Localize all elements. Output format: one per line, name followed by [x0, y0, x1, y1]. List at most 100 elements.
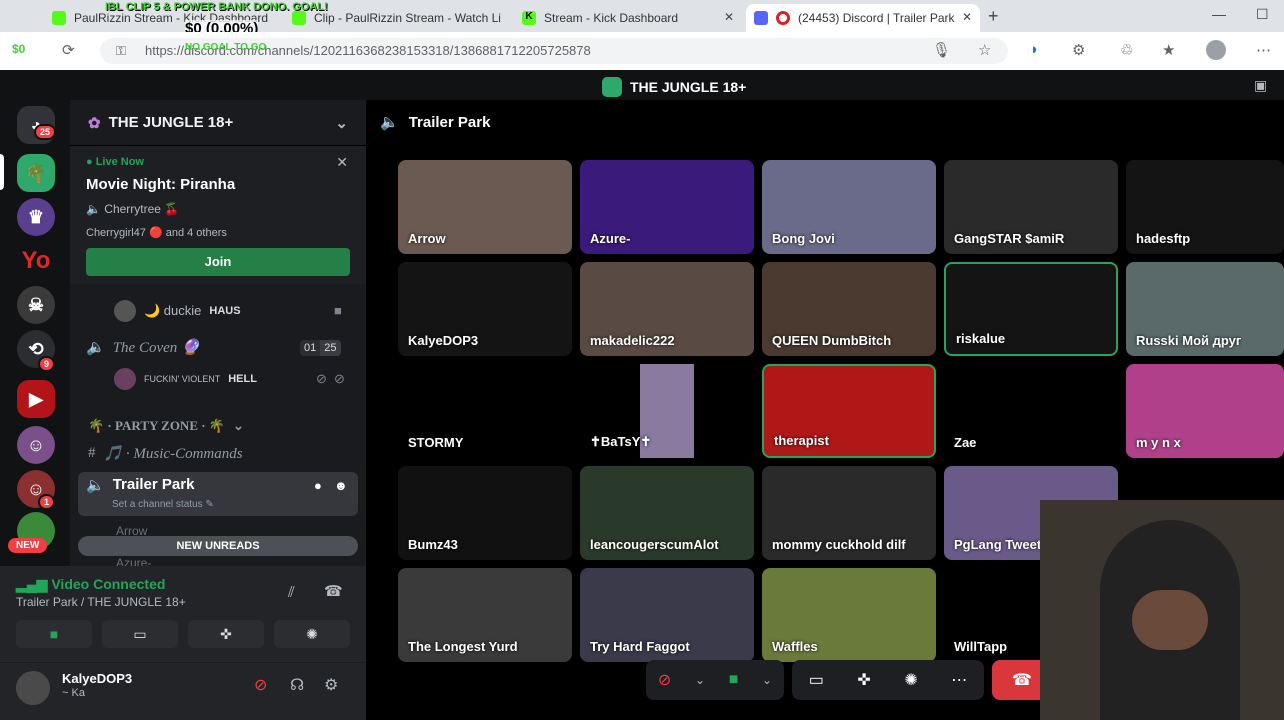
user-tag: HAUS: [209, 305, 241, 317]
noise-suppression-icon[interactable]: ⫽: [288, 584, 295, 601]
mic-video-controls: ⊘ ⌄ ■ ⌄: [646, 660, 784, 700]
soundboard-button[interactable]: ✺: [274, 620, 350, 648]
voice-user-hell[interactable]: FUCKIN' VIOLENT HELL: [114, 368, 257, 390]
user-limit-badge: 01 25: [300, 340, 341, 356]
signal-icon: ▂▄▆: [16, 576, 48, 592]
participant-tile[interactable]: Bong Jovi: [762, 160, 936, 254]
close-icon[interactable]: ✕: [724, 10, 734, 24]
browser-tab-4[interactable]: (24453) Discord | Trailer Park ✕: [746, 4, 980, 32]
participant-name: The Longest Yurd: [408, 639, 518, 654]
participant-name: riskalue: [956, 331, 1006, 346]
channel-the-coven[interactable]: 🔈 The Coven 🔮: [86, 338, 200, 357]
hang-up-icon: ☎: [1012, 672, 1032, 689]
server-header[interactable]: ✿ THE JUNGLE 18+ ⌄: [70, 100, 366, 146]
soundboard-icon[interactable]: ✺: [904, 670, 917, 690]
participant-tile[interactable]: GangSTAR $amiR: [944, 160, 1118, 254]
user-subtext: ~ Ka: [62, 687, 85, 699]
mute-icon[interactable]: ⊘: [658, 670, 671, 690]
participant-tile[interactable]: The Longest Yurd: [398, 568, 572, 662]
join-button[interactable]: Join: [86, 248, 350, 276]
more-icon[interactable]: ⋯: [951, 670, 967, 690]
chevron-down-icon[interactable]: ⌄: [762, 673, 772, 687]
channel-trailer-park-selected[interactable]: 🔈 Trailer Park Set a channel status ✎ ● …: [78, 472, 358, 516]
participant-tile[interactable]: ✝BaTsY✝: [580, 364, 754, 458]
headphones-icon[interactable]: ☊: [290, 675, 304, 695]
reload-icon[interactable]: ⟳: [62, 41, 75, 59]
menu-icon[interactable]: ⋯: [1256, 41, 1271, 59]
avatar[interactable]: [16, 671, 50, 705]
participant-name: Waffles: [772, 639, 818, 654]
invite-icon[interactable]: ☻: [334, 478, 348, 493]
live-status: ● Live Now: [86, 156, 144, 168]
speaker-icon: 🔈: [380, 114, 399, 131]
server-jungle[interactable]: 🌴: [17, 154, 55, 192]
camera-button[interactable]: ■: [16, 620, 92, 648]
close-icon[interactable]: ✕: [962, 10, 972, 24]
activities-button[interactable]: ✜: [188, 620, 264, 648]
user-tag: HELL: [228, 373, 257, 385]
participant-tile[interactable]: STORMY: [398, 364, 572, 458]
participant-tile[interactable]: m y n x: [1126, 364, 1284, 458]
server-4[interactable]: ☠: [17, 286, 55, 324]
gear-icon[interactable]: ⚙: [324, 675, 338, 695]
participant-tile[interactable]: mommy cuckhold dilf: [762, 466, 936, 560]
profile-avatar[interactable]: [1206, 40, 1226, 60]
browser-tab-3[interactable]: K Stream - Kick Dashboard ✕: [514, 4, 742, 32]
server-name: THE JUNGLE 18+: [108, 114, 234, 131]
server-2[interactable]: ♛: [17, 198, 55, 236]
chevron-down-icon[interactable]: ⌄: [695, 673, 705, 687]
screen-share-button[interactable]: ▭: [102, 620, 178, 648]
user-limit: 25: [320, 340, 341, 356]
user-name: 🌙 duckie: [144, 303, 202, 318]
new-tab-button[interactable]: +: [988, 6, 999, 27]
participant-name: ✝BaTsY✝: [590, 434, 652, 449]
minimize-button[interactable]: —: [1212, 6, 1226, 22]
participant-tile[interactable]: Azure-: [580, 160, 754, 254]
participant-name: PgLang Tweetx: [954, 537, 1049, 552]
new-servers-pill[interactable]: NEW: [8, 538, 48, 553]
participant-tile[interactable]: Try Hard Faggot: [580, 568, 754, 662]
stream-goal-overlay: IBL CLIP 5 & POWER BANK DONO. GOAL!: [105, 1, 328, 13]
soundboard-icon: ✺: [306, 625, 318, 642]
microphone-icon[interactable]: 🎙: [932, 41, 951, 59]
participant-tile[interactable]: QUEEN DumbBitch: [762, 262, 936, 356]
server-7[interactable]: ☺: [17, 426, 55, 464]
maximize-button[interactable]: ☐: [1256, 6, 1269, 23]
participant-tile[interactable]: Arrow: [398, 160, 572, 254]
participant-tile-speaking[interactable]: riskalue: [944, 262, 1118, 356]
extensions-icon[interactable]: ⚙: [1072, 41, 1085, 59]
read-aloud-icon[interactable]: ◗: [1030, 41, 1039, 58]
video-camera-icon[interactable]: ■: [729, 671, 739, 689]
disconnect-icon[interactable]: ☎: [324, 582, 343, 600]
server-youtube[interactable]: ▶: [17, 380, 55, 418]
participant-tile[interactable]: Zae: [944, 364, 1118, 458]
gamepad-icon: ✜: [220, 625, 232, 642]
chat-icon[interactable]: ●: [314, 478, 322, 493]
participant-tile[interactable]: makadelic222: [580, 262, 754, 356]
channel-status[interactable]: Set a channel status ✎: [112, 499, 214, 510]
voice-user-duckie[interactable]: 🌙 duckie HAUS: [114, 300, 241, 322]
browser-essentials-icon[interactable]: ♲: [1120, 41, 1133, 59]
participant-tile[interactable]: Waffles: [762, 568, 936, 662]
close-icon[interactable]: ✕: [336, 154, 348, 171]
participant-tile[interactable]: KalyeDOP3: [398, 262, 572, 356]
star-icon[interactable]: ☆: [978, 41, 991, 59]
category-party-zone[interactable]: 🌴 · PARTY ZONE · 🌴 ⌄: [88, 418, 244, 434]
participant-tile[interactable]: Bumz43: [398, 466, 572, 560]
participant-tile[interactable]: Russki Мой друг: [1126, 262, 1284, 356]
screen-share-icon[interactable]: ▭: [809, 670, 824, 690]
participant-tile[interactable]: leancougerscumAlot: [580, 466, 754, 560]
server-yo[interactable]: Yo: [17, 242, 55, 280]
channel-row: 🔈 Trailer Park: [86, 476, 194, 494]
mute-icon[interactable]: ⊘: [254, 675, 267, 695]
site-info-icon[interactable]: ⚿: [116, 43, 126, 59]
voice-location[interactable]: Trailer Park / THE JUNGLE 18+: [16, 595, 186, 609]
participant-tile[interactable]: hadesftp: [1126, 160, 1284, 254]
participant-tile-speaking[interactable]: therapist: [762, 364, 936, 458]
favorites-icon[interactable]: ★: [1162, 41, 1175, 59]
inbox-icon[interactable]: ▣: [1254, 77, 1267, 94]
new-unreads-pill[interactable]: NEW UNREADS: [78, 536, 358, 556]
gamepad-icon[interactable]: ✜: [857, 670, 870, 690]
kick-icon: [292, 11, 306, 25]
channel-music-commands[interactable]: # 🎵 · Music-Commands: [88, 444, 243, 463]
